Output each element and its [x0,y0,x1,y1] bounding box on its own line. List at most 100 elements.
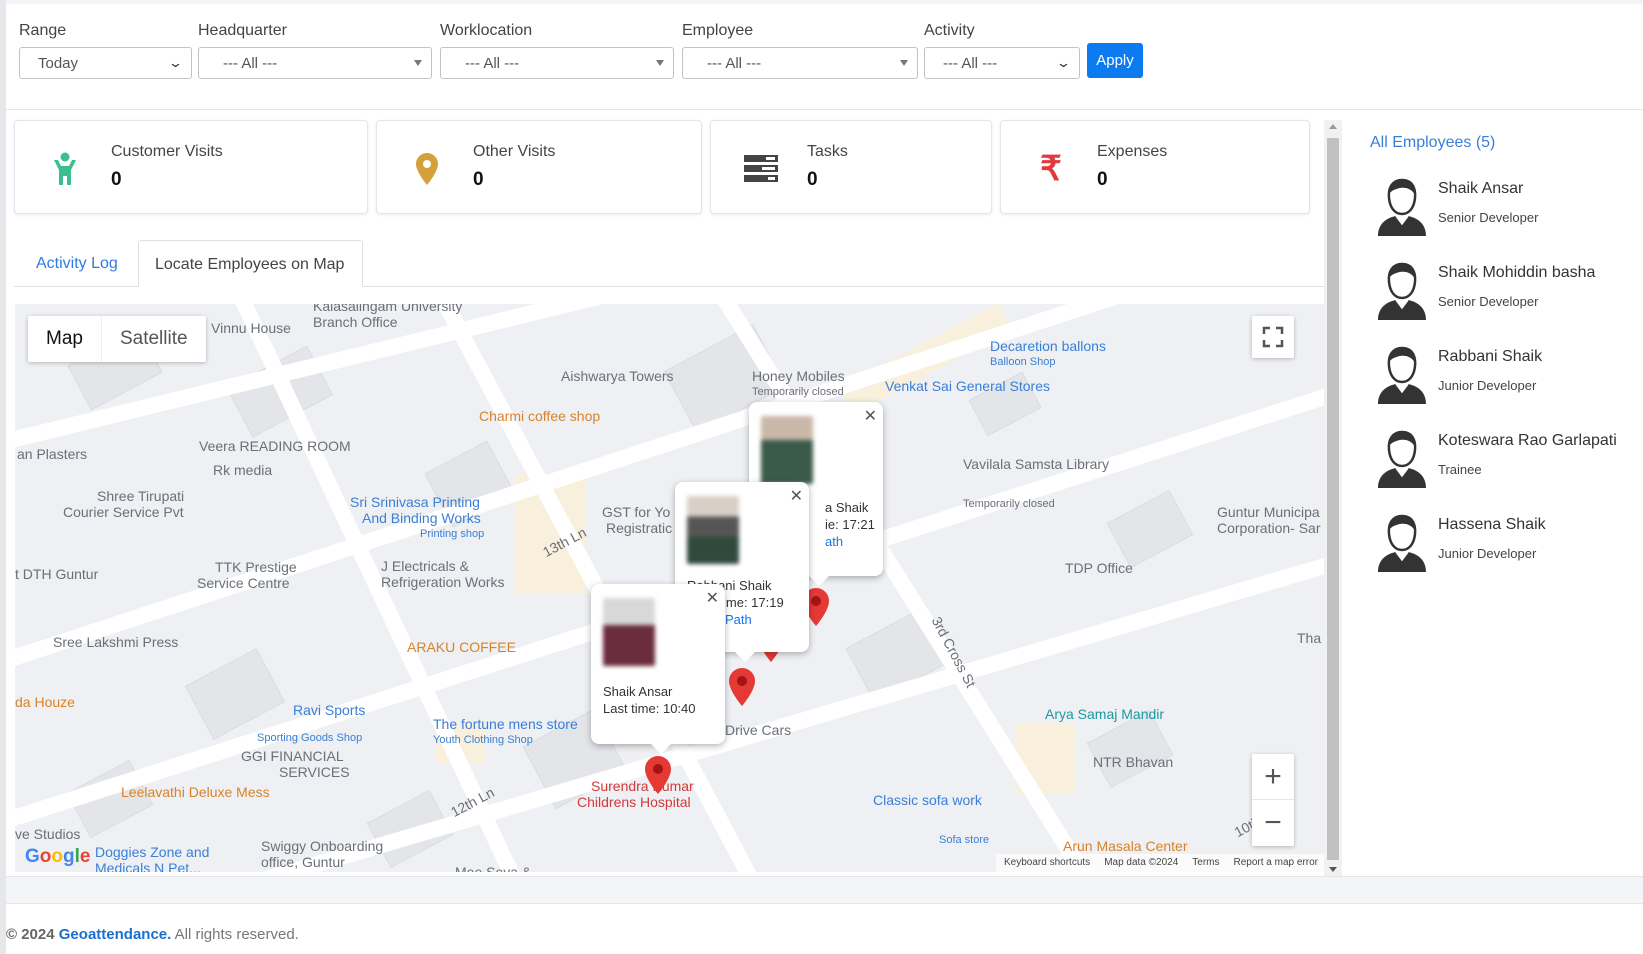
map-label: Shree Tirupati [97,488,185,504]
map-label: The fortune mens store [433,716,578,732]
all-employees-title[interactable]: All Employees (5) [1370,134,1495,152]
map-label: Classic sofa work [873,792,982,808]
map-label: Guntur Municipa [1217,504,1320,520]
map-label: da Houze [15,694,75,710]
stat-label: Expenses [1097,143,1168,160]
footer-divider [6,876,1643,904]
stat-other-visits: Other Visits 0 [376,120,702,214]
fullscreen-button[interactable] [1252,316,1294,358]
employee-marker[interactable] [729,668,755,706]
footer-copyright: © 2024 [6,926,55,943]
popup-path-link[interactable]: Path [725,612,752,627]
map-label: Leelavathi Deluxe Mess [121,784,270,800]
scrollbar-thumb[interactable] [1327,138,1339,860]
tab-bar: Activity Log Locate Employees on Map [14,240,1330,287]
zoom-out-button[interactable]: − [1252,800,1294,846]
range-select[interactable]: Today ⌄ [19,47,192,79]
avatar-icon [1376,428,1428,488]
close-icon[interactable]: ✕ [790,486,803,506]
map-label: Venkat Sai General Stores [885,378,1050,394]
worklocation-filter: Worklocation --- All --- [440,22,674,79]
range-value: Today [38,55,79,72]
map-label: Sofa store [939,834,990,846]
tab-locate-employees[interactable]: Locate Employees on Map [138,240,363,287]
google-logo: Google [25,846,91,867]
map-label: Surendra Kumar [591,778,694,794]
map-label: Aishwarya Towers [561,368,674,384]
map-label: Sri Srinivasa Printing [350,494,480,510]
map-label: Kalasalingam University [313,304,463,314]
stat-customer-visits: Customer Visits 0 [14,120,368,214]
stat-label: Tasks [807,143,848,160]
employee-marker[interactable] [645,756,671,794]
map-label: office, Guntur [261,854,345,870]
map-label: Ravi Sports [293,702,366,718]
close-icon[interactable]: ✕ [706,588,719,608]
map-label: Vinnu House [211,320,291,336]
employee-list-item[interactable]: Hassena Shaik Junior Developer [1376,510,1643,580]
popup-tail [651,744,671,754]
map-label: Temporarily closed [752,386,844,398]
keyboard-shortcuts-link[interactable]: Keyboard shortcuts [1004,857,1090,869]
apply-button[interactable]: Apply [1087,43,1143,78]
employee-list-item[interactable]: Koteswara Rao Garlapati Trainee [1376,426,1643,496]
map-label: GGI FINANCIAL [241,748,344,764]
map-label: Charmi coffee shop [479,408,601,424]
stat-label: Customer Visits [111,143,223,160]
map-label: Arya Samaj Mandir [1045,706,1165,722]
headquarter-select[interactable]: --- All --- [198,47,432,79]
map-label: Arun Masala Center [1063,838,1188,854]
employee-photo [603,598,655,666]
stat-value: 0 [473,169,484,190]
footer-brand-link[interactable]: Geoattendance. [59,926,172,943]
map-label: Printing shop [420,528,485,540]
map-label: Youth Clothing Shop [433,734,533,746]
caret-down-icon [414,60,422,66]
map-label: Registratic [606,520,673,536]
scroll-down-arrow-icon[interactable] [1329,867,1337,872]
map-label: Drive Cars [725,722,792,738]
zoom-in-button[interactable]: + [1252,754,1294,800]
map-label: Childrens Hospital [577,794,691,810]
popup-last-time: ie: 17:21 [825,517,875,532]
stat-label: Other Visits [473,143,556,160]
map-label: Honey Mobiles [752,368,845,384]
activity-select[interactable]: --- All --- ⌄ [924,47,1080,79]
range-label: Range [19,22,67,39]
tab-activity-log[interactable]: Activity Log [20,240,134,287]
popup-last-time: Last time: 10:40 [603,701,696,716]
employee-name: Rabbani Shaik [1438,348,1543,365]
vertical-scrollbar[interactable] [1324,120,1342,876]
employee-label: Employee [682,22,754,39]
map-label: And Binding Works [362,510,481,526]
employee-select[interactable]: --- All --- [682,47,918,79]
popup-last-time: ime: 17:19 [723,595,784,610]
employee-map[interactable]: Kalasalingam University Branch Office Vi… [15,304,1326,872]
chevron-down-icon: ⌄ [167,55,184,70]
scroll-up-arrow-icon[interactable] [1329,124,1337,129]
employee-role: Trainee [1438,462,1482,477]
terms-link[interactable]: Terms [1192,857,1219,869]
employee-list-item[interactable]: Rabbani Shaik Junior Developer [1376,342,1643,412]
map-type-map-button[interactable]: Map [28,316,102,362]
employee-list-item[interactable]: Shaik Mohiddin basha Senior Developer [1376,258,1643,328]
range-filter: Range Today ⌄ [19,22,192,79]
avatar-icon [1376,176,1428,236]
map-type-satellite-button[interactable]: Satellite [102,316,206,362]
map-label: Swiggy Onboarding [261,838,384,854]
map-type-control: Map Satellite [28,316,206,362]
worklocation-select[interactable]: --- All --- [440,47,674,79]
map-label: SERVICES [279,764,350,780]
stat-value: 0 [111,169,122,190]
employee-list-item[interactable]: Shaik Ansar Senior Developer [1376,174,1643,244]
report-map-error-link[interactable]: Report a map error [1234,857,1318,869]
map-pin-icon [407,149,447,189]
close-icon[interactable]: ✕ [864,406,877,426]
popup-employee-name: a Shaik [825,500,869,515]
map-label: Decaretion ballons [990,338,1106,354]
caret-down-icon [656,60,664,66]
map-label: Sporting Goods Shop [257,732,363,744]
footer: © 2024 Geoattendance. All rights reserve… [6,926,299,943]
popup-path-link[interactable]: ath [825,534,843,549]
headquarter-label: Headquarter [198,22,287,39]
